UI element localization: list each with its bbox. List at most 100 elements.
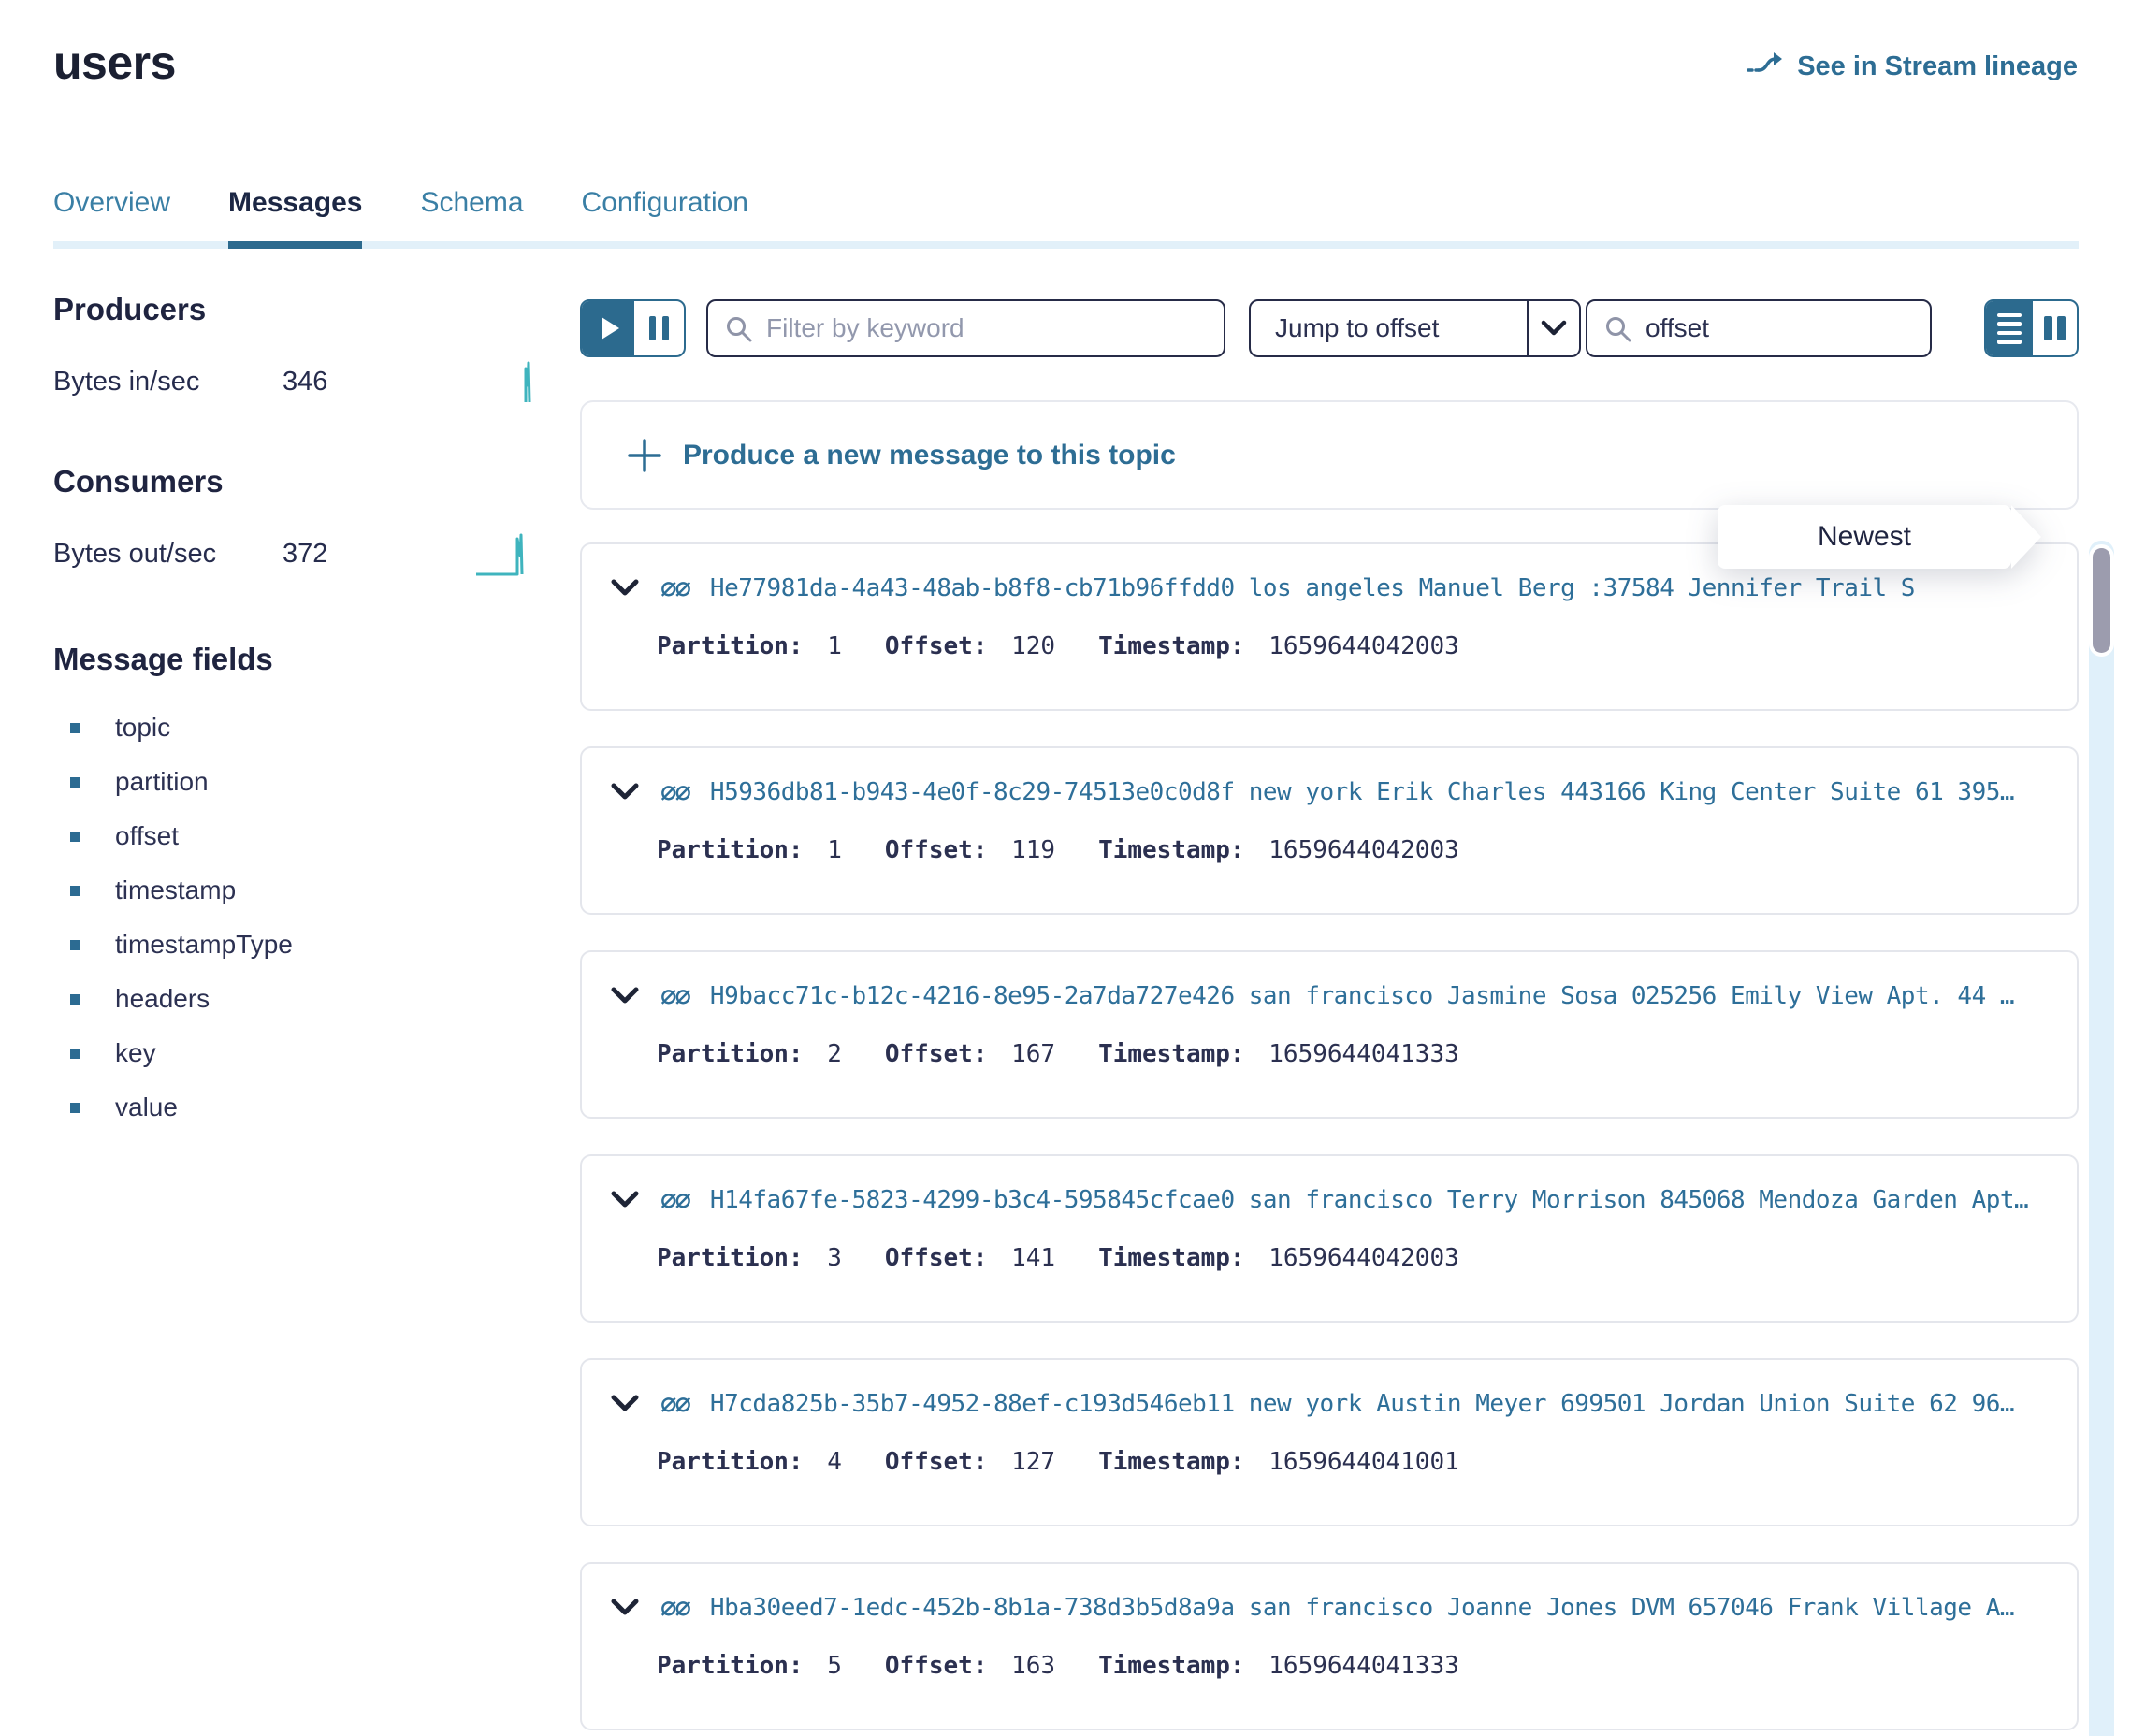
plus-icon bbox=[627, 438, 662, 473]
offset-field: Offset: 127 bbox=[885, 1448, 1055, 1476]
message-summary: H14fa67fe-5823-4299-b3c4-595845cfcae0 sa… bbox=[710, 1186, 2077, 1214]
partition-value: 5 bbox=[813, 1652, 842, 1680]
field-bullet-icon bbox=[70, 940, 80, 950]
view-toggle bbox=[1984, 299, 2079, 357]
offset-value: 119 bbox=[996, 836, 1055, 864]
message-field-item-timestamp[interactable]: timestamp bbox=[53, 877, 532, 904]
jump-select-value: Jump to offset bbox=[1251, 313, 1527, 343]
pause-button[interactable] bbox=[634, 301, 684, 355]
lineage-label: See in Stream lineage bbox=[1797, 51, 2078, 82]
producers-metric: Bytes in/sec 346 bbox=[53, 355, 532, 408]
message-field-item-headers[interactable]: headers bbox=[53, 986, 532, 1012]
message-row-header[interactable]: ∅∅ H14fa67fe-5823-4299-b3c4-595845cfcae0… bbox=[610, 1184, 2077, 1216]
message-field-item-partition[interactable]: partition bbox=[53, 769, 532, 795]
message-meta: Partition: 4 Offset: 127 Timestamp: 1659… bbox=[610, 1448, 2077, 1476]
chevron-down-icon bbox=[610, 783, 640, 802]
produce-message-button[interactable]: Produce a new message to this topic bbox=[580, 400, 2079, 510]
message-card: ∅∅ H5936db81-b943-4e0f-8c29-74513e0c0d8f… bbox=[580, 746, 2079, 915]
message-summary: He77981da-4a43-48ab-b8f8-cb71b96ffdd0 lo… bbox=[710, 574, 2077, 602]
partition-field: Partition: 5 bbox=[657, 1652, 842, 1680]
timestamp-field: Timestamp: 1659644041001 bbox=[1098, 1448, 1459, 1476]
timestamp-value: 1659644041333 bbox=[1254, 1652, 1459, 1680]
timestamp-value: 1659644041333 bbox=[1254, 1040, 1459, 1068]
timestamp-field: Timestamp: 1659644042003 bbox=[1098, 836, 1459, 864]
field-label: timestamp bbox=[115, 875, 236, 905]
message-row-header[interactable]: ∅∅ H9bacc71c-b12c-4216-8e95-2a7da727e426… bbox=[610, 980, 2077, 1012]
bytes-out-value: 372 bbox=[283, 539, 395, 570]
consumers-metric: Bytes out/sec 372 bbox=[53, 528, 532, 580]
partition-value: 1 bbox=[813, 836, 842, 864]
offset-field: Offset: 119 bbox=[885, 836, 1055, 864]
tab-messages[interactable]: Messages bbox=[228, 187, 362, 241]
tooltip-arrow bbox=[2011, 505, 2041, 569]
message-card: ∅∅ H7cda825b-35b7-4952-88ef-c193d546eb11… bbox=[580, 1358, 2079, 1526]
timestamp-value: 1659644041001 bbox=[1254, 1448, 1459, 1476]
scrollbar-thumb[interactable] bbox=[2093, 548, 2110, 653]
scrollbar-track[interactable] bbox=[2089, 541, 2114, 1736]
partition-value: 1 bbox=[813, 632, 842, 660]
timestamp-field: Timestamp: 1659644042003 bbox=[1098, 632, 1459, 660]
message-meta: Partition: 3 Offset: 141 Timestamp: 1659… bbox=[610, 1244, 2077, 1272]
message-field-item-timestamptype[interactable]: timestampType bbox=[53, 932, 532, 958]
play-button[interactable] bbox=[582, 301, 634, 355]
tab-label: Messages bbox=[228, 187, 362, 218]
messages-toolbar: Jump to offset bbox=[580, 299, 2079, 357]
tab-schema[interactable]: Schema bbox=[420, 187, 523, 241]
offset-value: 163 bbox=[996, 1652, 1055, 1680]
timestamp-value: 1659644042003 bbox=[1254, 632, 1459, 660]
message-meta: Partition: 1 Offset: 120 Timestamp: 1659… bbox=[610, 632, 2077, 660]
message-meta: Partition: 1 Offset: 119 Timestamp: 1659… bbox=[610, 836, 2077, 864]
partition-field: Partition: 4 bbox=[657, 1448, 842, 1476]
message-field-item-offset[interactable]: offset bbox=[53, 823, 532, 849]
message-field-item-value[interactable]: value bbox=[53, 1094, 532, 1121]
bytes-out-sparkline bbox=[474, 528, 532, 580]
key-icon: ∅∅ bbox=[660, 1388, 689, 1420]
message-fields-list: topic partition offset timestamp timesta… bbox=[53, 715, 532, 1121]
newest-tooltip-label: Newest bbox=[1718, 505, 2011, 569]
offset-value: 141 bbox=[996, 1244, 1055, 1272]
page-header: users See in Stream lineage bbox=[53, 36, 2078, 90]
page-title: users bbox=[53, 36, 176, 90]
field-label: offset bbox=[115, 821, 179, 851]
list-view-icon bbox=[1997, 313, 2022, 318]
column-view-button[interactable] bbox=[2033, 301, 2077, 355]
message-row-header[interactable]: ∅∅ H5936db81-b943-4e0f-8c29-74513e0c0d8f… bbox=[610, 776, 2077, 808]
chevron-down-icon bbox=[610, 1599, 640, 1617]
field-bullet-icon bbox=[70, 1103, 80, 1113]
message-summary: Hba30eed7-1edc-452b-8b1a-738d3b5d8a9a sa… bbox=[710, 1594, 2077, 1622]
field-label: partition bbox=[115, 767, 209, 797]
timestamp-value: 1659644042003 bbox=[1254, 1244, 1459, 1272]
offset-field: Offset: 120 bbox=[885, 632, 1055, 660]
key-icon: ∅∅ bbox=[660, 572, 689, 604]
list-view-button[interactable] bbox=[1986, 301, 2033, 355]
partition-value: 3 bbox=[813, 1244, 842, 1272]
message-row-header[interactable]: ∅∅ H7cda825b-35b7-4952-88ef-c193d546eb11… bbox=[610, 1388, 2077, 1420]
stream-lineage-link[interactable]: See in Stream lineage bbox=[1747, 49, 2078, 84]
newest-tooltip: Newest bbox=[1718, 505, 2041, 569]
chevron-down-icon bbox=[610, 579, 640, 598]
timestamp-field: Timestamp: 1659644041333 bbox=[1098, 1652, 1459, 1680]
field-bullet-icon bbox=[70, 994, 80, 1005]
field-bullet-icon bbox=[70, 832, 80, 842]
bytes-in-sparkline bbox=[480, 355, 532, 408]
message-row-header[interactable]: ∅∅ Hba30eed7-1edc-452b-8b1a-738d3b5d8a9a… bbox=[610, 1592, 2077, 1624]
tab-configuration[interactable]: Configuration bbox=[582, 187, 748, 241]
message-summary: H5936db81-b943-4e0f-8c29-74513e0c0d8f ne… bbox=[710, 778, 2077, 806]
tab-label: Schema bbox=[420, 187, 523, 218]
jump-to-offset-select[interactable]: Jump to offset bbox=[1249, 299, 1581, 357]
filter-field bbox=[706, 299, 1225, 357]
filter-input[interactable] bbox=[706, 299, 1225, 357]
message-field-item-key[interactable]: key bbox=[53, 1040, 532, 1066]
tab-label: Overview bbox=[53, 187, 170, 218]
timestamp-value: 1659644042003 bbox=[1254, 836, 1459, 864]
message-meta: Partition: 2 Offset: 167 Timestamp: 1659… bbox=[610, 1040, 2077, 1068]
partition-field: Partition: 2 bbox=[657, 1040, 842, 1068]
message-row-header[interactable]: ∅∅ He77981da-4a43-48ab-b8f8-cb71b96ffdd0… bbox=[610, 572, 2077, 604]
play-pause-toggle bbox=[580, 299, 686, 357]
tab-overview[interactable]: Overview bbox=[53, 187, 170, 241]
search-icon bbox=[725, 315, 753, 343]
message-field-item-topic[interactable]: topic bbox=[53, 715, 532, 741]
offset-input[interactable] bbox=[1586, 299, 1932, 357]
partition-value: 4 bbox=[813, 1448, 842, 1476]
search-icon bbox=[1604, 315, 1632, 343]
